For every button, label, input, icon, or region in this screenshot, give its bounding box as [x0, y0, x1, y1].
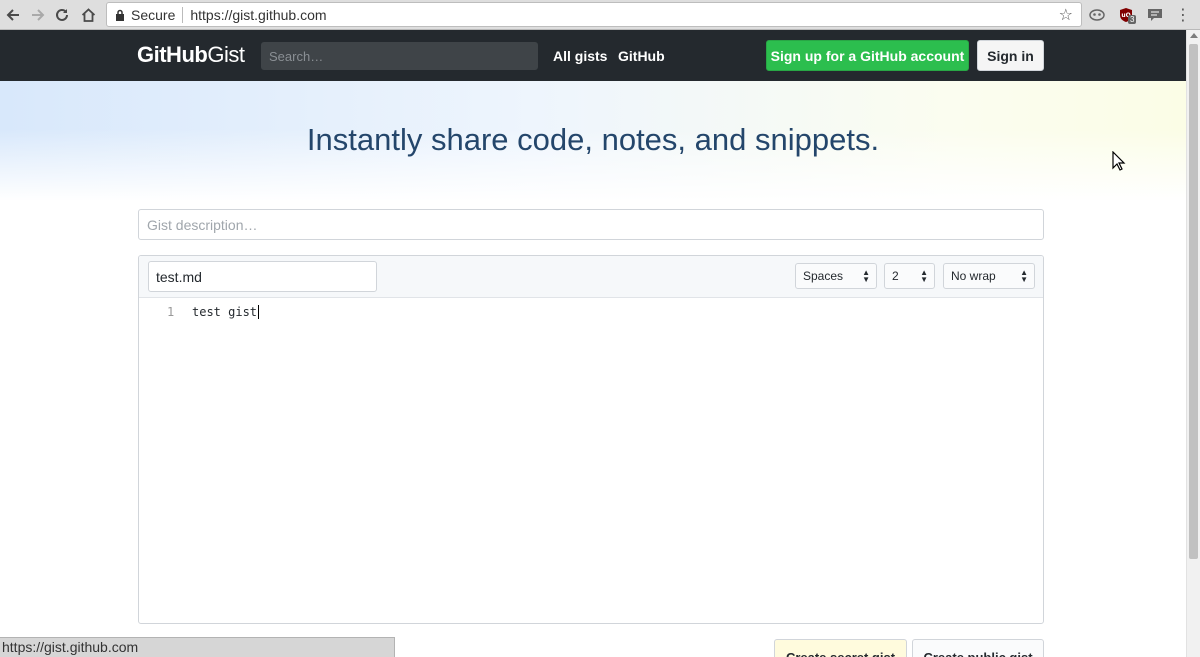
extension-chat-icon[interactable] [1144, 4, 1166, 26]
secure-label: Secure [131, 6, 176, 23]
wrap-mode-value: No wrap [951, 269, 996, 283]
signup-button[interactable]: Sign up for a GitHub account [766, 40, 969, 71]
scroll-up-arrow[interactable] [1190, 33, 1198, 38]
lock-icon [115, 9, 125, 21]
url-text[interactable]: https://gist.github.com [190, 7, 326, 23]
search-input[interactable] [261, 42, 538, 70]
github-link[interactable]: GitHub [618, 48, 665, 64]
home-button[interactable] [77, 4, 99, 26]
line-number: 1 [167, 305, 175, 319]
github-gist-logo[interactable]: GitHubGist [137, 42, 245, 68]
sort-arrows-icon: ▲ ▼ [1020, 268, 1028, 284]
link-status-bubble: https://gist.github.com [0, 637, 395, 657]
sort-arrows-icon: ▲ ▼ [862, 268, 870, 284]
ublock-extension-button[interactable]: uO 3 [1115, 4, 1137, 26]
filename-input[interactable] [148, 261, 377, 292]
code-line[interactable]: test gist [192, 305, 260, 319]
gist-file-editor: Spaces ▲▼ 2 ▲▼ No wrap ▲▼ 1 test gist [138, 255, 1044, 624]
wrap-mode-select[interactable]: No wrap ▲ ▼ [943, 263, 1035, 289]
omnibox-divider [182, 6, 184, 23]
home-icon [81, 8, 95, 22]
kebab-menu-icon[interactable]: ⋮ [1172, 4, 1194, 26]
gist-header: GitHubGist All gists GitHub Sign up for … [0, 30, 1186, 81]
scroll-thumb[interactable] [1189, 44, 1198, 559]
gist-description-input[interactable] [138, 209, 1044, 240]
create-secret-gist-button[interactable]: Create secret gist [774, 639, 907, 657]
page-scrollbar[interactable] [1186, 30, 1200, 657]
browser-toolbar: Secure https://gist.github.com ☆ uO 3 ⋮ [0, 0, 1200, 30]
code-line-text: test gist [192, 305, 258, 319]
forward-button[interactable] [27, 4, 49, 26]
mouse-pointer-icon [1112, 150, 1126, 176]
extension-badge: 3 [1128, 15, 1137, 24]
star-icon[interactable]: ☆ [1059, 5, 1073, 25]
arrow-left-icon [6, 9, 19, 21]
reload-icon [56, 8, 68, 21]
reload-button[interactable] [51, 4, 73, 26]
file-header: Spaces ▲▼ 2 ▲▼ No wrap ▲▼ [139, 256, 1043, 298]
hero-banner: Instantly share code, notes, and snippet… [0, 81, 1186, 201]
back-button[interactable] [2, 4, 24, 26]
indent-size-select[interactable]: 2 ▲ ▼ [884, 263, 935, 289]
indent-mode-value: Spaces [803, 269, 844, 283]
hero-title: Instantly share code, notes, and snippet… [306, 122, 880, 157]
indent-size-value: 2 [892, 269, 899, 283]
create-public-gist-button[interactable]: Create public gist [912, 639, 1044, 657]
indent-mode-select[interactable]: Spaces ▲ ▼ [795, 263, 877, 289]
arrow-right-icon [32, 9, 45, 21]
code-editor[interactable]: 1 test gist [139, 299, 1043, 623]
signin-button[interactable]: Sign in [977, 40, 1044, 71]
all-gists-link[interactable]: All gists [553, 48, 607, 64]
extension-mask-icon[interactable] [1086, 4, 1108, 26]
text-caret [258, 305, 260, 319]
sort-arrows-icon: ▲ ▼ [920, 268, 928, 284]
address-bar[interactable]: Secure https://gist.github.com ☆ [106, 2, 1082, 27]
